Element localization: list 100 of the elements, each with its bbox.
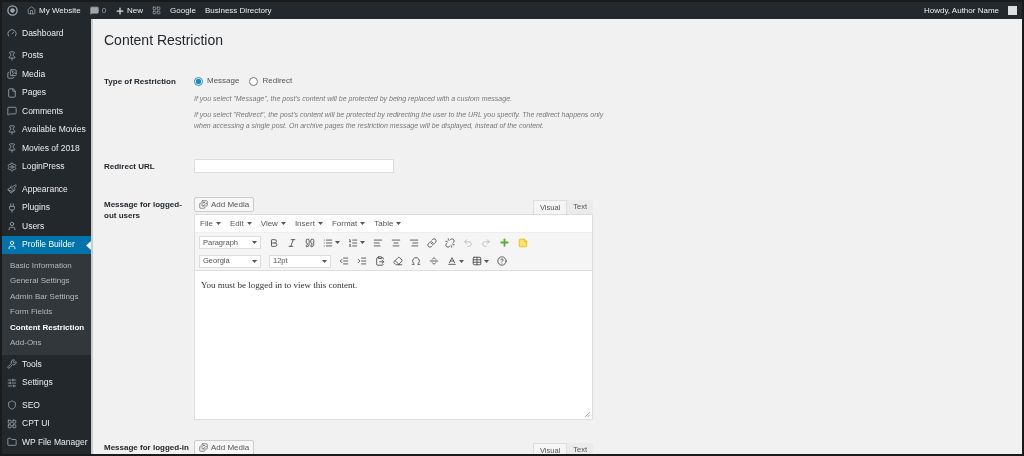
home-icon — [27, 6, 36, 15]
field-label: Type of Restriction — [104, 76, 177, 87]
link-icon[interactable] — [427, 237, 437, 248]
menu-item[interactable]: Appearance — [2, 180, 91, 199]
caret-icon — [484, 259, 489, 263]
unlink-icon[interactable] — [445, 237, 455, 248]
bullet-list-icon[interactable] — [323, 237, 333, 248]
caret-icon — [360, 222, 366, 225]
radio-button[interactable] — [249, 76, 259, 86]
menu-item[interactable]: Settings — [2, 373, 91, 392]
eraser-icon[interactable] — [393, 256, 403, 266]
field-label: Redirect URL — [104, 161, 156, 172]
sliders-icon — [7, 377, 17, 388]
horizontal-line-icon[interactable] — [429, 256, 439, 266]
outdent-icon[interactable] — [339, 256, 349, 266]
comment-icon — [89, 6, 99, 15]
toolbar-link[interactable]: Google — [170, 4, 196, 17]
radio-label: Redirect — [262, 75, 293, 87]
help-icon[interactable] — [497, 256, 507, 266]
comment-icon — [7, 106, 17, 117]
align-center-icon[interactable] — [391, 237, 401, 248]
align-left-icon[interactable] — [373, 237, 383, 248]
menu-item[interactable]: LoginPress — [2, 157, 91, 176]
menu-item[interactable]: Plugins — [2, 198, 91, 217]
page-title: Content Restriction — [104, 31, 225, 50]
caret-icon — [246, 222, 252, 225]
plus-icon[interactable] — [499, 237, 510, 248]
brush-icon — [7, 184, 17, 195]
pin-icon — [7, 143, 17, 154]
caret-icon — [335, 241, 340, 244]
menu-item[interactable]: Dashboard — [2, 24, 91, 43]
text-color-icon[interactable] — [447, 256, 457, 266]
indent-icon[interactable] — [357, 256, 367, 266]
menu-item[interactable]: Pages — [2, 83, 91, 102]
caret-icon — [317, 222, 323, 225]
site-link[interactable]: My Website — [27, 4, 81, 17]
logo-icon[interactable] — [7, 5, 18, 16]
media-icon — [199, 443, 208, 452]
submenu-item[interactable]: Admin Bar Settings — [2, 289, 91, 305]
bold-icon[interactable] — [269, 237, 279, 248]
submenu-item[interactable]: Form Fields — [2, 304, 91, 320]
add-media-button[interactable]: Add Media — [194, 440, 255, 454]
pin-icon — [7, 50, 17, 61]
menu-item[interactable]: Media — [2, 65, 91, 84]
toolbar-link[interactable]: Business Directory — [204, 4, 272, 17]
paste-icon[interactable] — [375, 256, 385, 266]
media-icon — [199, 200, 208, 209]
folder-icon — [7, 437, 17, 448]
align-right-icon[interactable] — [409, 237, 419, 248]
shield-icon — [7, 400, 17, 411]
menu-button[interactable]: View — [260, 217, 286, 230]
omega-icon[interactable] — [411, 256, 421, 266]
menu-button[interactable]: Edit — [229, 217, 252, 230]
menu-item[interactable]: SEO — [2, 396, 91, 415]
caret-icon — [322, 259, 327, 263]
editor-content[interactable]: You must be logged in to view this content. — [195, 271, 592, 419]
menu-button[interactable]: File — [200, 217, 221, 230]
numbered-list-icon[interactable] — [348, 237, 358, 248]
menu-item[interactable]: Tools — [2, 355, 91, 374]
submenu-item[interactable]: Add-Ons — [2, 335, 91, 351]
resize-handle-icon[interactable] — [585, 412, 590, 417]
submenu-item[interactable]: Basic Information — [2, 258, 91, 274]
italic-icon[interactable] — [287, 237, 297, 248]
gear-icon — [7, 161, 17, 172]
menu-button[interactable]: Insert — [294, 217, 323, 230]
menu-item[interactable]: Comments — [2, 102, 91, 121]
menu-item[interactable]: Movies of 2018 — [2, 139, 91, 158]
submenu-item[interactable]: General Settings — [2, 273, 91, 289]
menu-button[interactable]: Format — [331, 217, 366, 230]
caret-icon — [252, 241, 257, 244]
menu-item[interactable]: WP File Manager — [2, 433, 91, 452]
menu-item[interactable]: CPT UI — [2, 414, 91, 433]
grid-icon[interactable] — [152, 6, 162, 15]
new-link[interactable]: New — [115, 4, 144, 17]
field-label: Message for logged-out users — [104, 199, 183, 221]
add-media-button[interactable]: Add Media — [194, 197, 255, 212]
menu-item[interactable]: Users — [2, 217, 91, 236]
caret-icon — [360, 241, 365, 244]
menu-item[interactable]: Posts — [2, 46, 91, 65]
dashboard-icon — [7, 28, 17, 39]
menu-button[interactable]: Table — [374, 217, 402, 230]
menu-item[interactable]: Available Movies — [2, 120, 91, 139]
page-icon — [7, 87, 17, 98]
greeting-link[interactable]: Howdy, Author Name — [924, 4, 999, 17]
caret-icon — [252, 259, 257, 263]
url-input-field[interactable] — [194, 159, 394, 173]
pin-icon — [7, 124, 17, 135]
table-icon[interactable] — [472, 256, 482, 266]
user-icon — [7, 221, 17, 232]
radio-button[interactable] — [194, 76, 203, 86]
plug-icon — [7, 202, 17, 213]
caret-icon — [396, 222, 402, 225]
plus-icon — [115, 5, 126, 16]
submenu-item[interactable]: Content Restriction — [2, 320, 91, 336]
comments-link[interactable]: 0 — [89, 4, 107, 17]
editor-text: You must be logged in to view this content. — [201, 279, 359, 292]
radio-label: Message — [207, 75, 240, 87]
quote-icon[interactable] — [305, 237, 315, 248]
menu-item[interactable]: Profile Builder — [2, 235, 91, 254]
user-icon — [7, 239, 17, 250]
